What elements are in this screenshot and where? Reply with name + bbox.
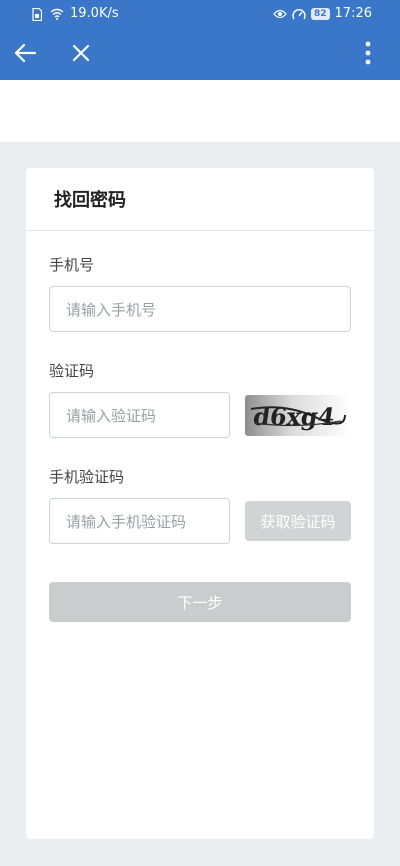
captcha-label: 验证码 <box>49 362 95 380</box>
sms-code-label: 手机验证码 <box>49 468 125 486</box>
more-vertical-icon <box>365 41 371 65</box>
battery-indicator: 82 <box>311 8 330 20</box>
wifi-icon <box>50 7 64 21</box>
phone-placeholder: 请输入手机号 <box>66 300 157 319</box>
divider <box>26 230 374 231</box>
close-icon <box>72 44 90 62</box>
clock: 17:26 <box>334 6 372 21</box>
app-bar: 19.0K/s 82 17:26 <box>0 0 400 80</box>
network-speed: 19.0K/s <box>70 6 119 21</box>
get-code-button[interactable]: 获取验证码 <box>245 501 351 541</box>
phone-label: 手机号 <box>49 256 95 274</box>
phone-input[interactable]: 请输入手机号 <box>49 286 351 332</box>
sim-icon <box>30 7 44 21</box>
status-bar-right: 82 17:26 <box>273 6 372 22</box>
close-button[interactable] <box>66 38 96 68</box>
header-strip <box>0 80 400 142</box>
sms-code-placeholder: 请输入手机验证码 <box>66 512 187 531</box>
next-button[interactable]: 下一步 <box>49 582 351 622</box>
sms-code-input[interactable]: 请输入手机验证码 <box>49 498 230 544</box>
reset-password-card: 找回密码 手机号 请输入手机号 验证码 请输入验证码 d6xg4 手机验证码 请… <box>26 168 374 839</box>
captcha-input[interactable]: 请输入验证码 <box>49 392 230 438</box>
captcha-image[interactable]: d6xg4 <box>245 395 351 436</box>
arrow-left-icon <box>14 43 36 63</box>
captcha-placeholder: 请输入验证码 <box>66 406 157 425</box>
eye-icon <box>273 7 287 21</box>
page-title: 找回密码 <box>54 190 126 211</box>
status-bar: 19.0K/s 82 17:26 <box>0 0 400 28</box>
back-button[interactable] <box>10 38 40 68</box>
speedometer-icon <box>292 7 306 21</box>
more-button[interactable] <box>360 38 376 68</box>
status-bar-left: 19.0K/s <box>30 6 119 22</box>
